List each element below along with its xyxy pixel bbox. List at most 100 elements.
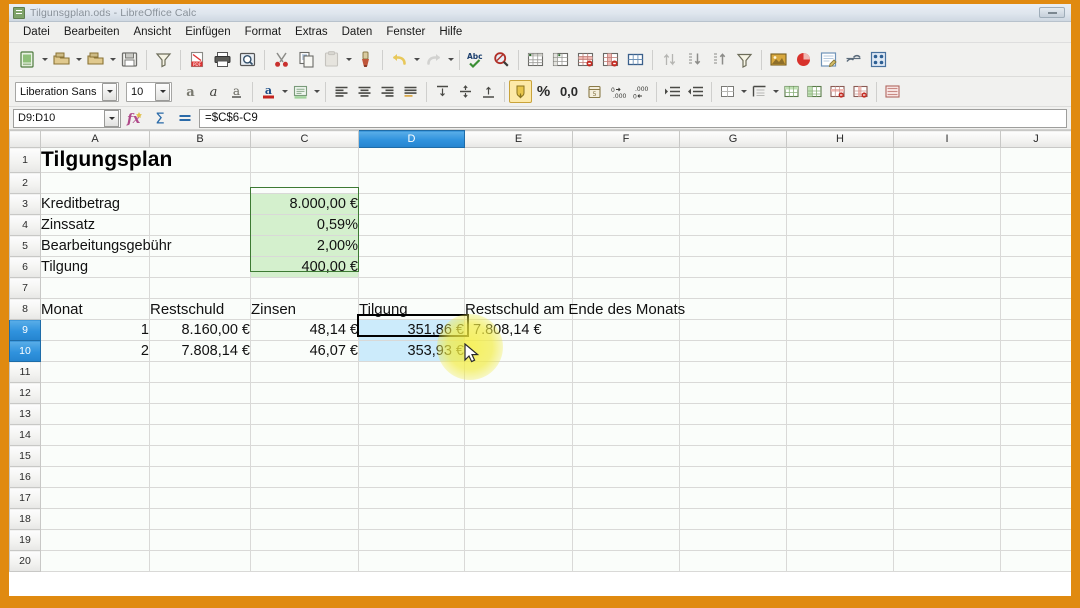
- cell-c3[interactable]: 8.000,00 €: [250, 193, 359, 215]
- row-header-5[interactable]: 5: [9, 235, 41, 257]
- cell-d13[interactable]: [358, 403, 465, 425]
- percent-format-icon[interactable]: %: [532, 80, 555, 103]
- cell-d4[interactable]: [358, 214, 465, 236]
- add-decimal-icon[interactable]: 0 .000: [606, 80, 629, 103]
- cell-j19[interactable]: [1000, 529, 1071, 551]
- cell-d6[interactable]: [358, 256, 465, 278]
- menu-extras[interactable]: Extras: [288, 24, 335, 40]
- cell-e15[interactable]: [464, 445, 573, 467]
- filter-icon[interactable]: [151, 47, 176, 72]
- export-pdf-icon[interactable]: PDF: [185, 47, 210, 72]
- print-icon[interactable]: [210, 47, 235, 72]
- cell-d9[interactable]: 351,86 €: [358, 319, 465, 341]
- comment-icon[interactable]: [816, 47, 841, 72]
- cell-g19[interactable]: [679, 529, 787, 551]
- name-box-dropdown-icon[interactable]: [104, 109, 119, 127]
- cell-g12[interactable]: [679, 382, 787, 404]
- cell-a19[interactable]: [40, 529, 150, 551]
- cell-c2[interactable]: [250, 172, 359, 194]
- decrease-indent-icon[interactable]: [684, 80, 707, 103]
- cell-j1[interactable]: [1000, 147, 1071, 173]
- cell-d11[interactable]: [358, 361, 465, 383]
- equals-icon[interactable]: [174, 108, 196, 128]
- cell-b16[interactable]: [149, 466, 251, 488]
- cell-c8[interactable]: Zinsen: [250, 298, 359, 320]
- menu-datei[interactable]: Datei: [16, 24, 57, 40]
- currency-format-icon[interactable]: [509, 80, 532, 103]
- cell-g8[interactable]: [679, 298, 787, 320]
- undo-dropdown-icon[interactable]: [412, 49, 421, 71]
- sort-descending-icon[interactable]: [682, 47, 707, 72]
- cell-b2[interactable]: [149, 172, 251, 194]
- cell-d1[interactable]: [358, 147, 465, 173]
- cell-c16[interactable]: [250, 466, 359, 488]
- column-header-b[interactable]: B: [149, 130, 251, 148]
- save-as-dropdown-icon[interactable]: [108, 49, 117, 71]
- cell-e4[interactable]: [464, 214, 573, 236]
- image-icon[interactable]: [766, 47, 791, 72]
- cell-i11[interactable]: [893, 361, 1001, 383]
- cell-g6[interactable]: [679, 256, 787, 278]
- column-header-d[interactable]: D: [358, 130, 465, 148]
- cell-h4[interactable]: [786, 214, 894, 236]
- cell-h13[interactable]: [786, 403, 894, 425]
- row-header-16[interactable]: 16: [9, 466, 41, 488]
- cell-c10[interactable]: 46,07 €: [250, 340, 359, 362]
- cell-c4[interactable]: 0,59%: [250, 214, 359, 236]
- cell-b14[interactable]: [149, 424, 251, 446]
- cell-f6[interactable]: [572, 256, 680, 278]
- cell-c5[interactable]: 2,00%: [250, 235, 359, 257]
- cell-f7[interactable]: [572, 277, 680, 299]
- cell-e20[interactable]: [464, 550, 573, 572]
- cell-j10[interactable]: [1000, 340, 1071, 362]
- cell-h10[interactable]: [786, 340, 894, 362]
- bold-icon[interactable]: a: [179, 80, 202, 103]
- align-left-icon[interactable]: [330, 80, 353, 103]
- cell-b19[interactable]: [149, 529, 251, 551]
- save-as-icon[interactable]: [83, 47, 108, 72]
- cell-f3[interactable]: [572, 193, 680, 215]
- cell-g1[interactable]: [679, 147, 787, 173]
- cell-g17[interactable]: [679, 487, 787, 509]
- cell-j7[interactable]: [1000, 277, 1071, 299]
- cell-j20[interactable]: [1000, 550, 1071, 572]
- row-icon[interactable]: [523, 47, 548, 72]
- cell-a18[interactable]: [40, 508, 150, 530]
- standard-toolbar[interactable]: PDF Abc: [9, 43, 1071, 77]
- cell-d16[interactable]: [358, 466, 465, 488]
- font-name-dropdown-icon[interactable]: [102, 82, 117, 101]
- borders-dropdown-icon[interactable]: [716, 80, 739, 103]
- cell-i5[interactable]: [893, 235, 1001, 257]
- cell-g2[interactable]: [679, 172, 787, 194]
- cell-c12[interactable]: [250, 382, 359, 404]
- cell-e3[interactable]: [464, 193, 573, 215]
- cell-a6[interactable]: Tilgung: [40, 256, 150, 278]
- cell-i4[interactable]: [893, 214, 1001, 236]
- cell-e8[interactable]: Restschuld am Ende des Monats: [464, 298, 685, 320]
- borders-icon[interactable]: [623, 47, 648, 72]
- cell-b13[interactable]: [149, 403, 251, 425]
- align-top-icon[interactable]: [431, 80, 454, 103]
- cell-d3[interactable]: [358, 193, 465, 215]
- cell-f13[interactable]: [572, 403, 680, 425]
- cell-b20[interactable]: [149, 550, 251, 572]
- cell-a13[interactable]: [40, 403, 150, 425]
- cell-j3[interactable]: [1000, 193, 1071, 215]
- cell-j16[interactable]: [1000, 466, 1071, 488]
- row-header-20[interactable]: 20: [9, 550, 41, 572]
- cell-j14[interactable]: [1000, 424, 1071, 446]
- find-replace-icon[interactable]: [489, 47, 514, 72]
- autofilter-icon[interactable]: [732, 47, 757, 72]
- menu-hilfe[interactable]: Hilfe: [432, 24, 469, 40]
- sum-icon[interactable]: Σ: [149, 108, 171, 128]
- border-style-caret-icon[interactable]: [771, 81, 780, 103]
- cell-d12[interactable]: [358, 382, 465, 404]
- special-character-icon[interactable]: [866, 47, 891, 72]
- cell-e10[interactable]: [464, 340, 573, 362]
- cell-e19[interactable]: [464, 529, 573, 551]
- cell-g13[interactable]: [679, 403, 787, 425]
- menu-bar[interactable]: Datei Bearbeiten Ansicht Einfügen Format…: [9, 22, 1071, 43]
- cell-e7[interactable]: [464, 277, 573, 299]
- date-format-icon[interactable]: 5: [583, 80, 606, 103]
- column-header-f[interactable]: F: [572, 130, 680, 148]
